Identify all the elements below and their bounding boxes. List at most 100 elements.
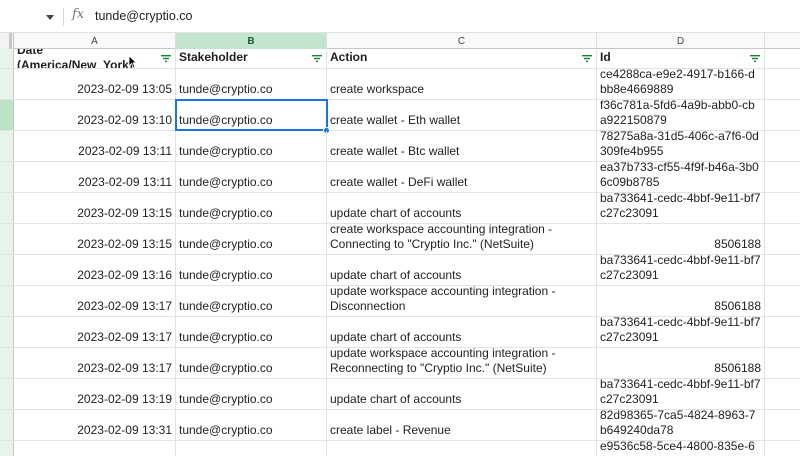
- cell-date[interactable]: 2023-02-09 13:16: [14, 255, 176, 285]
- cell-action[interactable]: create wallet - Btc wallet: [327, 131, 597, 161]
- cell-date[interactable]: 2023-02-09 13:17: [14, 317, 176, 347]
- row-number[interactable]: [0, 410, 14, 440]
- row-number[interactable]: [0, 69, 14, 99]
- cell-id[interactable]: ba733641-cedc-4bbf-9e11-bf7c27c23091: [597, 193, 765, 223]
- row-number[interactable]: [0, 379, 14, 409]
- cell-stakeholder[interactable]: tunde@cryptio.co: [176, 193, 327, 223]
- cell-action[interactable]: [327, 441, 597, 456]
- cell-stakeholder[interactable]: tunde@cryptio.co: [176, 224, 327, 254]
- cell-id[interactable]: ba733641-cedc-4bbf-9e11-bf7c27c23091: [597, 255, 765, 285]
- row-number[interactable]: [0, 348, 14, 378]
- cell-id[interactable]: ba733641-cedc-4bbf-9e11-bf7c27c23091: [597, 379, 765, 409]
- header-cell-id[interactable]: Id: [597, 49, 765, 68]
- cell-action[interactable]: create label - Revenue: [327, 410, 597, 440]
- filter-icon[interactable]: [312, 55, 322, 62]
- cell-action[interactable]: create workspace: [327, 69, 597, 99]
- header-cell-stakeholder[interactable]: Stakeholder: [176, 49, 327, 68]
- cell-action[interactable]: update chart of accounts: [327, 193, 597, 223]
- filter-icon[interactable]: [582, 55, 592, 62]
- row-number[interactable]: [0, 193, 14, 223]
- cell-id[interactable]: ce4288ca-e9e2-4917-b166-dbb8e4669889: [597, 69, 765, 99]
- table-row: 2023-02-09 13:11 tunde@cryptio.co create w…: [0, 162, 800, 193]
- row-number[interactable]: [0, 162, 14, 192]
- cell-date[interactable]: [14, 441, 176, 456]
- cell-action[interactable]: create wallet - Eth wallet: [327, 100, 597, 130]
- cell-date[interactable]: 2023-02-09 13:15: [14, 224, 176, 254]
- cell-text: ba733641-cedc-4bbf-9e11-bf7c27c23091: [600, 255, 761, 282]
- cell-date[interactable]: 2023-02-09 13:17: [14, 286, 176, 316]
- column-header-d[interactable]: D: [597, 33, 765, 49]
- row-number[interactable]: [0, 317, 14, 347]
- cell-id[interactable]: 78275a8a-31d5-406c-a7f6-0d309fe4b955: [597, 131, 765, 161]
- cell-stakeholder[interactable]: tunde@cryptio.co: [176, 69, 327, 99]
- cell-id[interactable]: e9536c58-5ce4-4800-835e-6e7: [597, 441, 765, 456]
- cell-id[interactable]: 8506188: [597, 224, 765, 254]
- cell-date[interactable]: 2023-02-09 13:10: [14, 100, 176, 130]
- cell-stakeholder[interactable]: tunde@cryptio.co: [176, 286, 327, 316]
- cell-stakeholder[interactable]: tunde@cryptio.co: [176, 317, 327, 347]
- header-label: Action: [330, 50, 368, 64]
- row-number[interactable]: [0, 49, 14, 68]
- cell-action[interactable]: update chart of accounts: [327, 317, 597, 347]
- cell-text: update workspace accounting integration …: [330, 348, 556, 375]
- column-header-b[interactable]: B: [176, 33, 327, 49]
- header-row: Date (America/New_York) Stakeholder Acti…: [0, 49, 800, 69]
- cell-text: f36c781a-5fd6-4a9b-abb0-cba922150879: [600, 100, 755, 127]
- header-cell-date[interactable]: Date (America/New_York): [14, 49, 176, 68]
- mouse-cursor-icon: [128, 55, 138, 69]
- table-row: 2023-02-09 13:11 tunde@cryptio.co create w…: [0, 131, 800, 162]
- table-row: 2023-02-09 13:17 tunde@cryptio.co update w…: [0, 348, 800, 379]
- cell-stakeholder[interactable]: tunde@cryptio.co: [176, 379, 327, 409]
- cell-id[interactable]: ba733641-cedc-4bbf-9e11-bf7c27c23091: [597, 317, 765, 347]
- row-number[interactable]: [0, 100, 14, 130]
- cell-date[interactable]: 2023-02-09 13:05: [14, 69, 176, 99]
- row-number[interactable]: [0, 255, 14, 285]
- row-number[interactable]: [0, 441, 14, 456]
- cell-action[interactable]: update workspace accounting integration …: [327, 286, 597, 316]
- header-cell-action[interactable]: Action: [327, 49, 597, 68]
- formula-bar: fx tunde@cryptio.co: [0, 0, 800, 33]
- table-row: 2023-02-09 13:17 tunde@cryptio.co update c…: [0, 317, 800, 348]
- cell-action[interactable]: update chart of accounts: [327, 255, 597, 285]
- cell-stakeholder[interactable]: tunde@cryptio.co: [176, 410, 327, 440]
- cell-stakeholder[interactable]: tunde@cryptio.co: [176, 162, 327, 192]
- row-number[interactable]: [0, 286, 14, 316]
- formula-input[interactable]: tunde@cryptio.co: [95, 9, 192, 23]
- cell-date[interactable]: 2023-02-09 13:17: [14, 348, 176, 378]
- cell-text: create wallet - Btc wallet: [330, 144, 460, 158]
- cell-id[interactable]: 8506188: [597, 286, 765, 316]
- cell-stakeholder[interactable]: tunde@cryptio.co: [176, 255, 327, 285]
- column-header-a[interactable]: A: [14, 33, 176, 49]
- cell-id[interactable]: 8506188: [597, 348, 765, 378]
- row-number[interactable]: [0, 224, 14, 254]
- cell-stakeholder[interactable]: tunde@cryptio.co: [176, 131, 327, 161]
- cell-action[interactable]: update workspace accounting integration …: [327, 348, 597, 378]
- cell-action[interactable]: create wallet - DeFi wallet: [327, 162, 597, 192]
- cell-text: 2023-02-09 13:11: [78, 144, 172, 158]
- cell-date[interactable]: 2023-02-09 13:31: [14, 410, 176, 440]
- cell-date[interactable]: 2023-02-09 13:15: [14, 193, 176, 223]
- cell-date[interactable]: 2023-02-09 13:11: [14, 131, 176, 161]
- cell-text: tunde@cryptio.co: [179, 299, 273, 313]
- row-number[interactable]: [0, 131, 14, 161]
- filter-icon[interactable]: [161, 55, 171, 62]
- select-all-corner[interactable]: [0, 33, 14, 49]
- cell-text: tunde@cryptio.co: [179, 268, 273, 282]
- cell-date[interactable]: 2023-02-09 13:11: [14, 162, 176, 192]
- column-header-c[interactable]: C: [327, 33, 597, 49]
- fx-icon: fx: [72, 7, 85, 22]
- cell-text: ea37b733-cf55-4f9f-b46a-3b06c09b8785: [600, 162, 759, 189]
- cell-stakeholder[interactable]: tunde@cryptio.co: [176, 348, 327, 378]
- cell-id[interactable]: f36c781a-5fd6-4a9b-abb0-cba922150879: [597, 100, 765, 130]
- cell-stakeholder[interactable]: tunde@cryptio.co: [175, 99, 330, 134]
- cell-text: update chart of accounts: [330, 392, 462, 406]
- cell-action[interactable]: update chart of accounts: [327, 379, 597, 409]
- chevron-down-icon[interactable]: [44, 11, 56, 23]
- cell-stakeholder[interactable]: [176, 441, 327, 456]
- cell-action[interactable]: create workspace accounting integration …: [327, 224, 597, 254]
- cell-date[interactable]: 2023-02-09 13:19: [14, 379, 176, 409]
- cell-text: tunde@cryptio.co: [179, 361, 273, 375]
- cell-id[interactable]: ea37b733-cf55-4f9f-b46a-3b06c09b8785: [597, 162, 765, 192]
- cell-id[interactable]: 82d98365-7ca5-4824-8963-7b649240da78: [597, 410, 765, 440]
- filter-icon[interactable]: [750, 55, 760, 62]
